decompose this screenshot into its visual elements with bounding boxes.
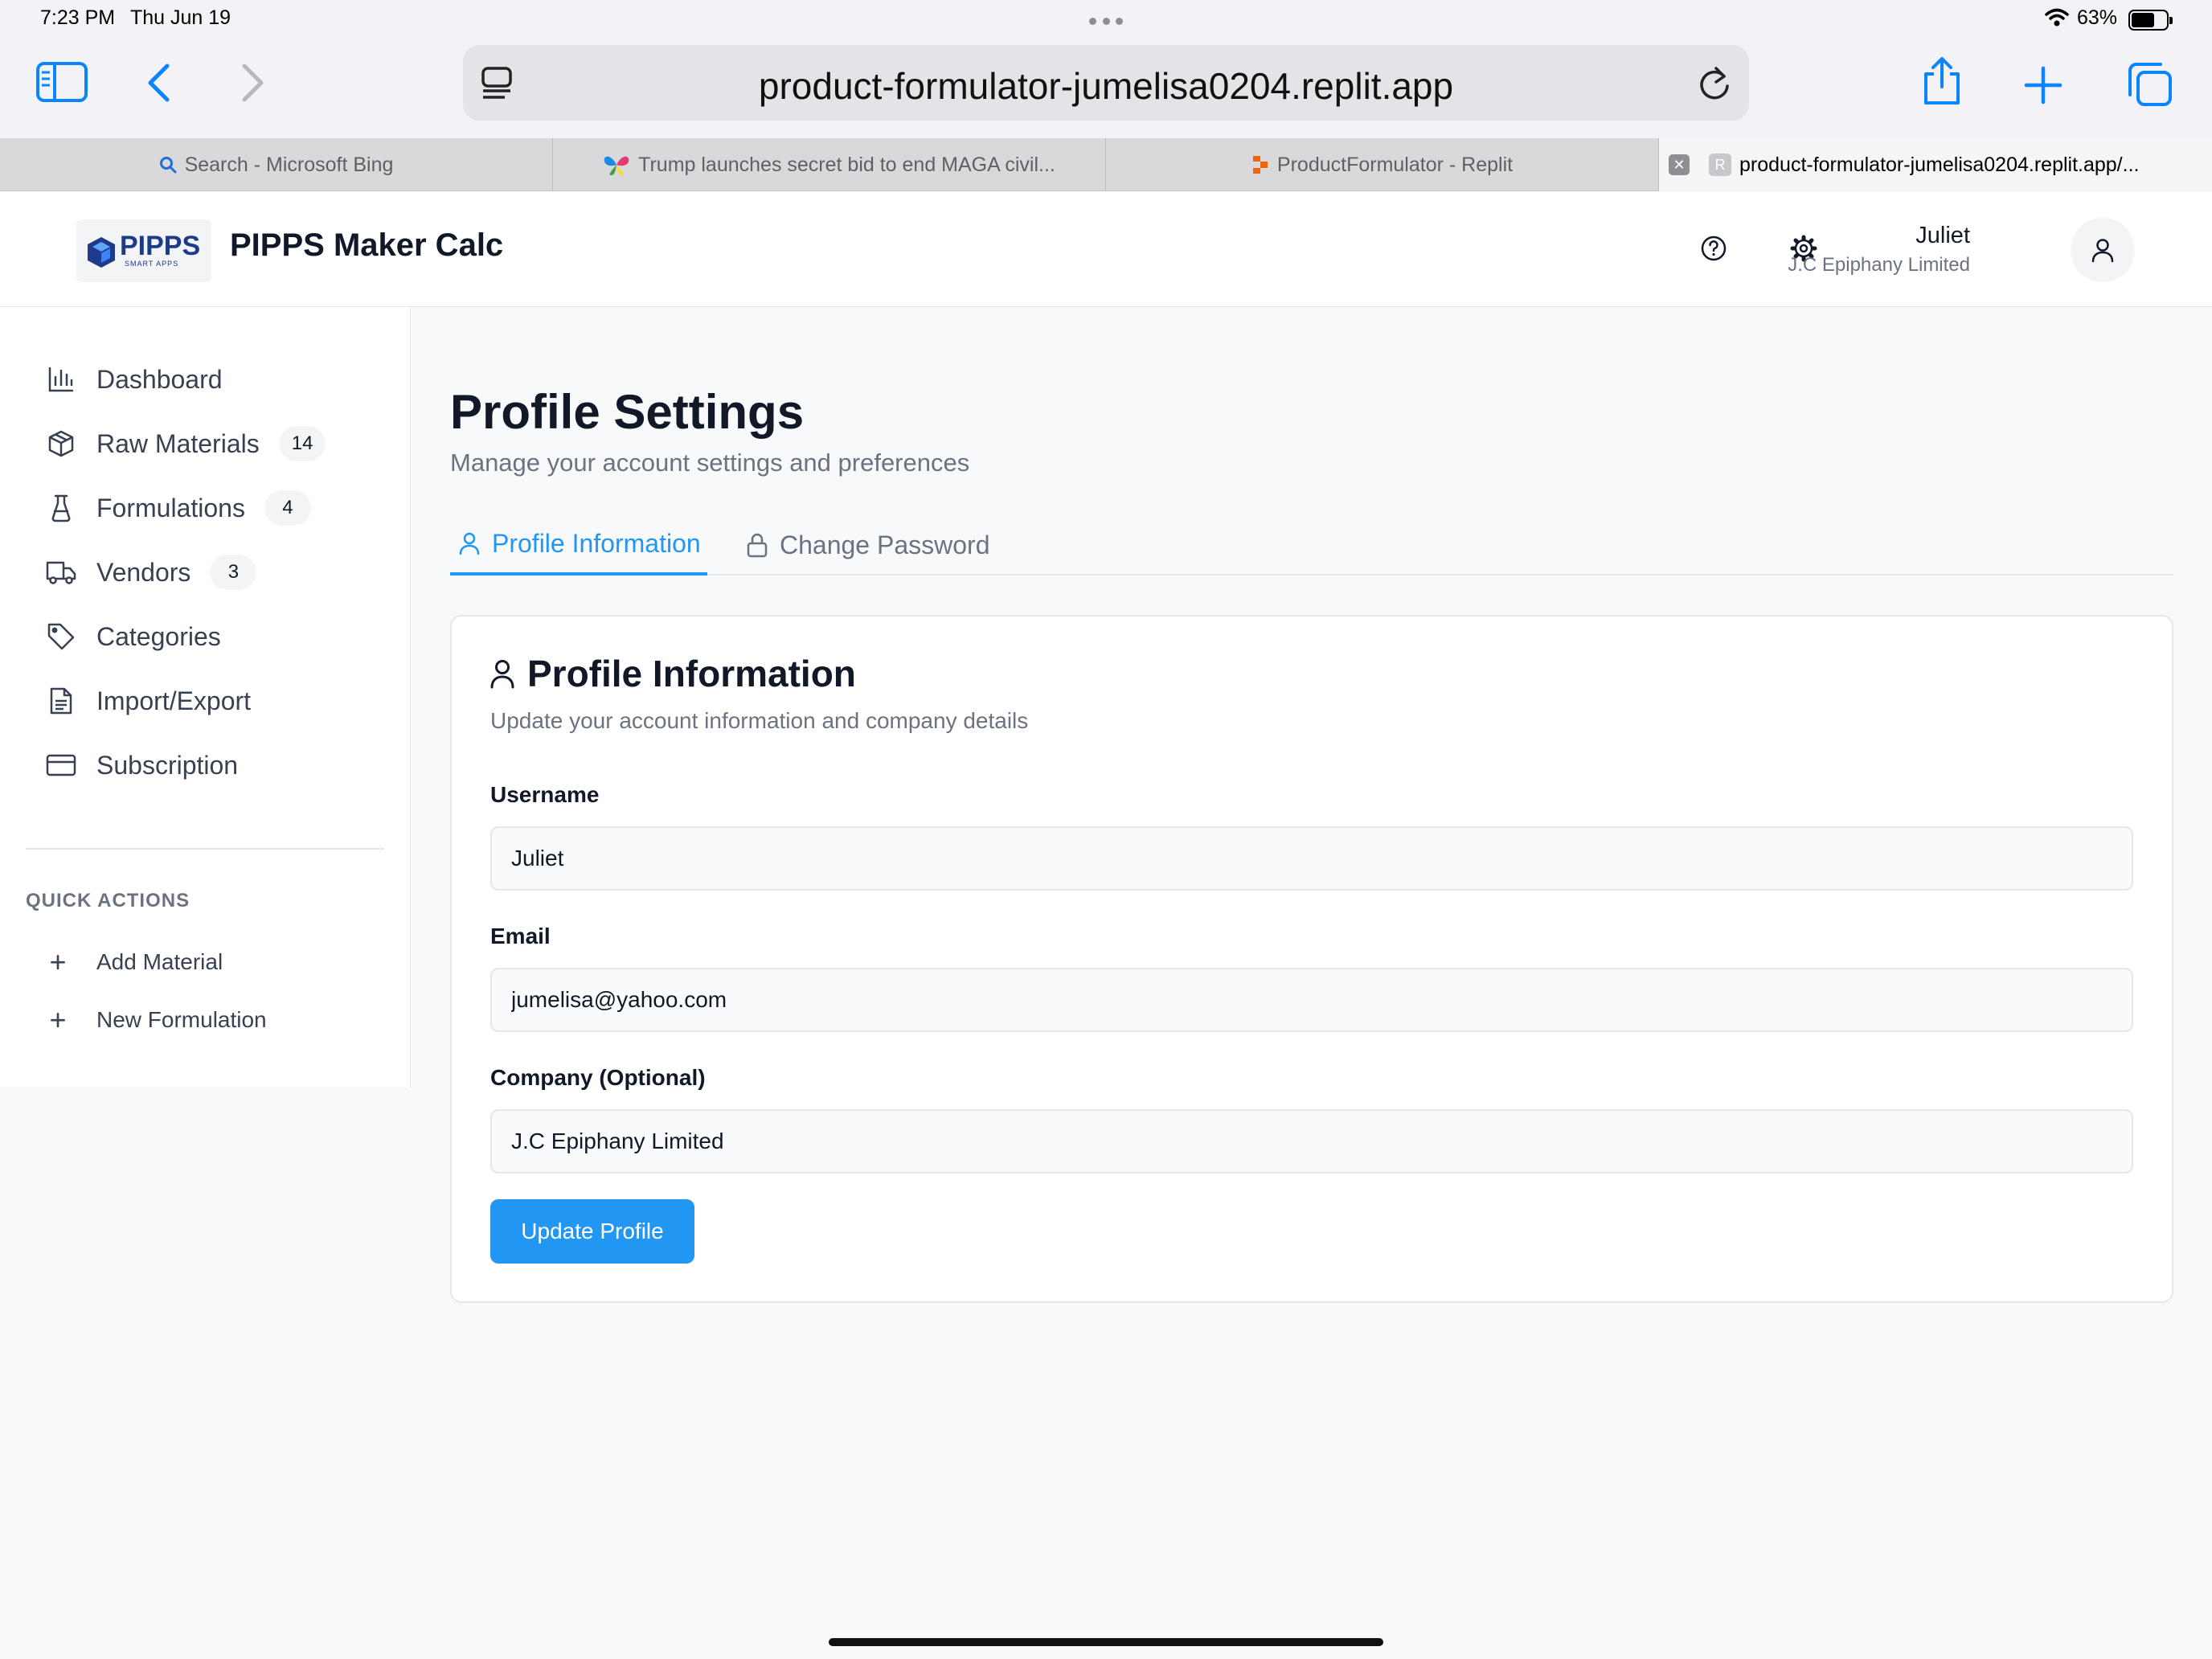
multitasking-dots-icon[interactable] bbox=[1089, 18, 1123, 26]
truck-icon bbox=[46, 561, 76, 584]
file-icon bbox=[50, 687, 72, 715]
browser-tab-label: Search - Microsoft Bing bbox=[184, 153, 394, 176]
reload-icon[interactable] bbox=[1698, 64, 1731, 101]
sidebar-item-raw-materials[interactable]: Raw Materials 14 bbox=[45, 424, 326, 464]
company-label: Company (Optional) bbox=[490, 1065, 706, 1090]
avatar[interactable] bbox=[2071, 218, 2135, 282]
add-material-button[interactable]: + Add Material bbox=[45, 944, 223, 980]
update-profile-button[interactable]: Update Profile bbox=[490, 1199, 694, 1264]
tab-close-icon[interactable]: ✕ bbox=[1669, 154, 1690, 175]
count-badge: 4 bbox=[264, 490, 311, 526]
logo-subtext: SMART APPS bbox=[125, 260, 179, 268]
browser-tab-news[interactable]: Trump launches secret bid to end MAGA ci… bbox=[553, 138, 1106, 191]
card-subtitle: Update your account information and comp… bbox=[490, 708, 1029, 733]
quick-actions-heading: QUICK ACTIONS bbox=[26, 890, 190, 911]
battery-icon bbox=[2128, 10, 2173, 31]
logo-text: PIPPS bbox=[120, 231, 201, 261]
address-bar[interactable]: product-formulator-jumelisa0204.replit.a… bbox=[463, 45, 1749, 121]
username-label: Username bbox=[490, 782, 600, 807]
quick-action-label: New Formulation bbox=[96, 1007, 267, 1032]
browser-tab-bing[interactable]: Search - Microsoft Bing bbox=[0, 138, 553, 191]
tab-label: Change Password bbox=[780, 530, 990, 559]
pipps-logo[interactable]: PIPPS SMART APPS bbox=[76, 219, 211, 282]
tab-profile-information[interactable]: Profile Information bbox=[450, 514, 707, 576]
bar-chart-icon bbox=[48, 367, 74, 392]
replit-favicon bbox=[1252, 156, 1268, 174]
new-formulation-button[interactable]: + New Formulation bbox=[45, 1002, 267, 1038]
browser-tab-label: product-formulator-jumelisa0204.replit.a… bbox=[1739, 153, 2140, 176]
wifi-icon bbox=[2045, 8, 2069, 27]
tab-change-password[interactable]: Change Password bbox=[746, 514, 989, 576]
sidebar-item-label: Vendors bbox=[96, 557, 191, 587]
app-title: PIPPS Maker Calc bbox=[230, 227, 504, 263]
back-arrow-icon[interactable] bbox=[146, 63, 170, 103]
email-label: Email bbox=[490, 924, 551, 948]
sidebar-toggle-icon[interactable] bbox=[35, 61, 88, 103]
tag-icon bbox=[47, 623, 75, 650]
r-favicon: R bbox=[1709, 154, 1731, 176]
sidebar-item-subscription[interactable]: Subscription bbox=[45, 745, 238, 785]
status-bar: 7:23 PM Thu Jun 19 63% bbox=[0, 0, 2212, 40]
settings-tabs: Profile Information Change Password bbox=[450, 514, 2173, 576]
sidebar: Dashboard Raw Materials 14 Formulations … bbox=[0, 308, 411, 1088]
user-company: J.C Epiphany Limited bbox=[1788, 254, 1970, 276]
count-badge: 14 bbox=[278, 426, 326, 461]
sidebar-divider bbox=[26, 848, 384, 850]
sidebar-item-dashboard[interactable]: Dashboard bbox=[45, 359, 223, 399]
credit-card-icon bbox=[46, 754, 76, 776]
cube-logo-icon bbox=[88, 237, 115, 268]
lock-icon bbox=[747, 533, 768, 558]
search-icon bbox=[159, 157, 177, 174]
card-title: Profile Information bbox=[489, 652, 856, 695]
help-icon[interactable] bbox=[1699, 234, 1728, 263]
email-input[interactable] bbox=[490, 968, 2133, 1032]
sidebar-item-label: Dashboard bbox=[96, 364, 223, 394]
sidebar-item-label: Subscription bbox=[96, 750, 239, 780]
sidebar-item-categories[interactable]: Categories bbox=[45, 616, 221, 657]
share-icon[interactable] bbox=[1921, 56, 1963, 106]
package-icon bbox=[48, 430, 74, 457]
profile-information-card: Profile Information Update your account … bbox=[450, 615, 2173, 1303]
tab-label: Profile Information bbox=[492, 528, 701, 558]
browser-tab-replit[interactable]: ProductFormulator - Replit bbox=[1106, 138, 1659, 191]
company-input[interactable] bbox=[490, 1109, 2133, 1174]
quick-action-label: Add Material bbox=[96, 949, 223, 974]
app-header: PIPPS SMART APPS PIPPS Maker Calc Juliet… bbox=[0, 192, 2212, 307]
butterfly-favicon bbox=[604, 156, 629, 176]
count-badge: 3 bbox=[210, 555, 257, 590]
sidebar-item-label: Raw Materials bbox=[96, 428, 260, 458]
browser-tab-label: ProductFormulator - Replit bbox=[1276, 153, 1514, 176]
card-title-text: Profile Information bbox=[527, 653, 856, 694]
sidebar-item-import-export[interactable]: Import/Export bbox=[45, 681, 251, 721]
browser-tab-active[interactable]: ✕ R product-formulator-jumelisa0204.repl… bbox=[1659, 138, 2212, 191]
page-title: Profile Settings bbox=[450, 385, 805, 439]
sidebar-item-formulations[interactable]: Formulations 4 bbox=[45, 488, 311, 528]
flask-icon bbox=[51, 494, 71, 522]
user-icon bbox=[490, 660, 514, 689]
new-tab-plus-icon[interactable] bbox=[2024, 66, 2062, 104]
sidebar-item-vendors[interactable]: Vendors 3 bbox=[45, 552, 257, 592]
user-icon bbox=[459, 532, 480, 555]
browser-tab-strip: Search - Microsoft Bing Trump launches s… bbox=[0, 138, 2212, 191]
plus-icon: + bbox=[49, 945, 67, 978]
forward-arrow-icon[interactable] bbox=[241, 63, 265, 103]
url-text: product-formulator-jumelisa0204.replit.a… bbox=[758, 65, 1454, 107]
page-subtitle: Manage your account settings and prefere… bbox=[450, 449, 970, 477]
battery-percent: 63% bbox=[2077, 6, 2118, 29]
plus-icon: + bbox=[49, 1003, 67, 1036]
sidebar-item-label: Import/Export bbox=[96, 686, 252, 715]
tab-overview-icon[interactable] bbox=[2127, 61, 2173, 108]
browser-toolbar: product-formulator-jumelisa0204.replit.a… bbox=[0, 40, 2212, 138]
home-indicator[interactable] bbox=[829, 1638, 1383, 1646]
sidebar-item-label: Categories bbox=[96, 621, 221, 651]
status-date: Thu Jun 19 bbox=[130, 6, 231, 29]
browser-tab-label: Trump launches secret bid to end MAGA ci… bbox=[638, 153, 1055, 176]
username-input[interactable] bbox=[490, 826, 2133, 891]
user-name: Juliet bbox=[1915, 223, 1970, 248]
sidebar-item-label: Formulations bbox=[96, 493, 245, 522]
user-icon bbox=[2091, 239, 2114, 263]
status-time: 7:23 PM bbox=[40, 6, 116, 29]
